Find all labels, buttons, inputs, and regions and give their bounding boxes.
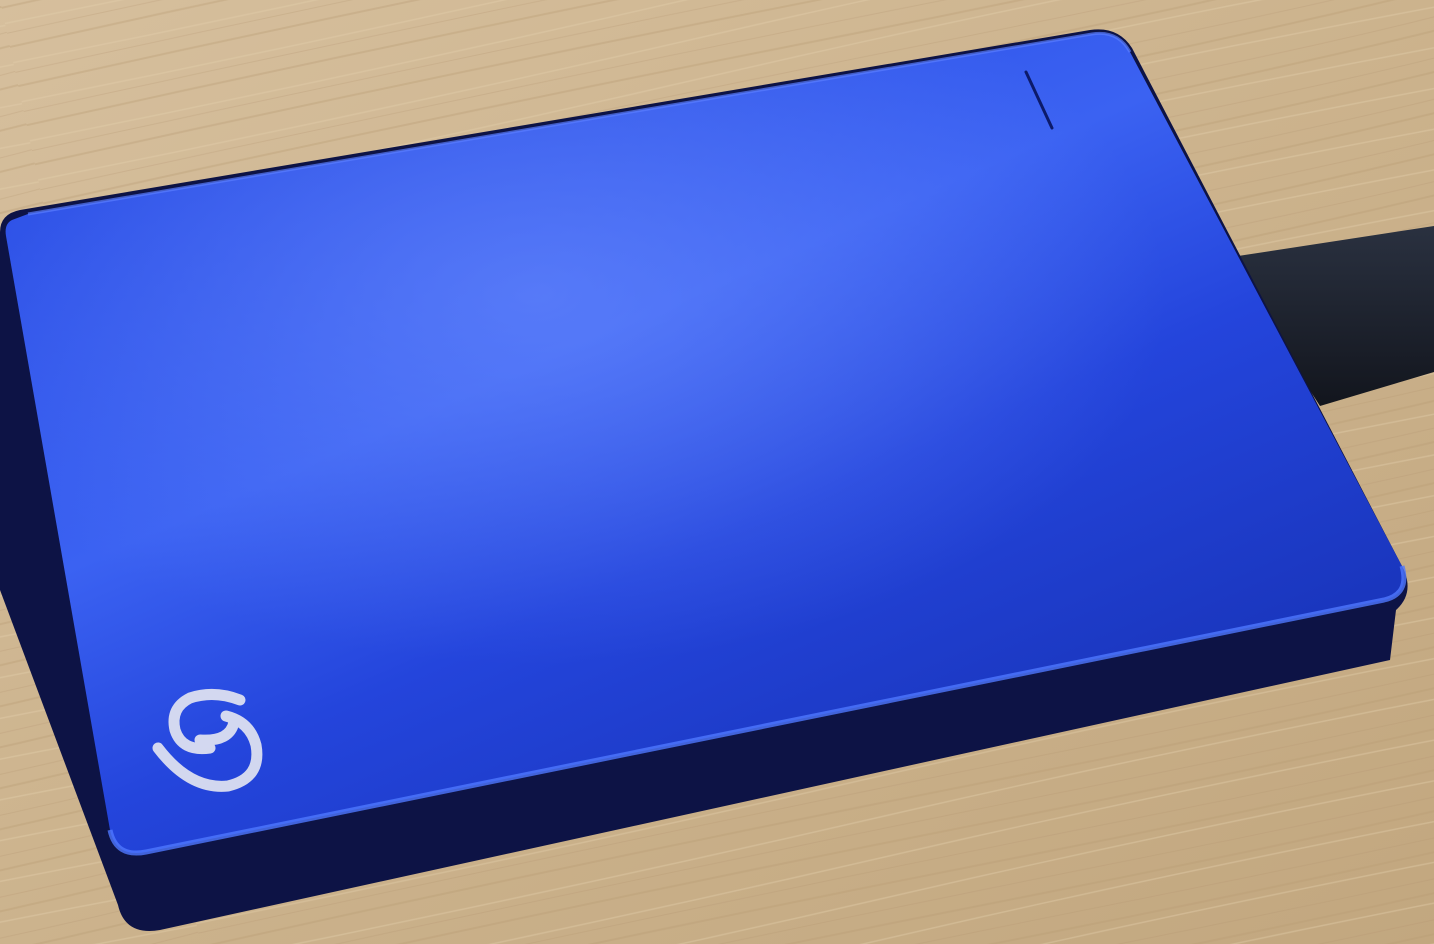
photo-scene	[0, 0, 1434, 944]
photo-svg	[0, 0, 1434, 944]
